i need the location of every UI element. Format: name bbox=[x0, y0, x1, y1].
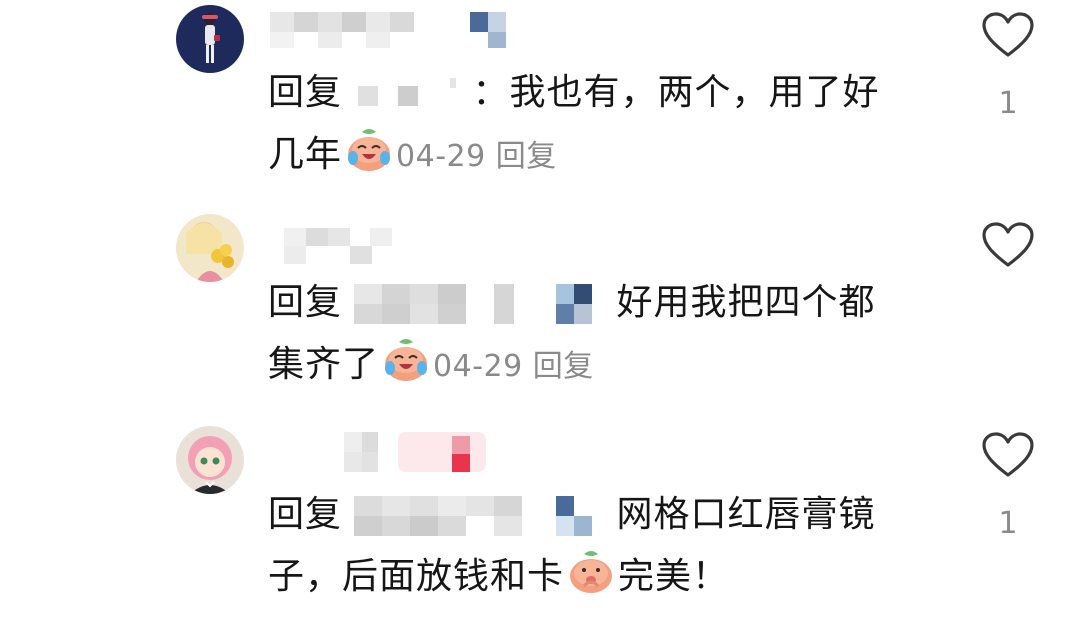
blurred-mention[interactable] bbox=[354, 74, 472, 114]
like-count: 1 bbox=[998, 506, 1018, 541]
reply-prefix: 回复 bbox=[268, 494, 343, 535]
colon: ： bbox=[472, 72, 510, 113]
reply-button[interactable]: 回复 bbox=[533, 349, 594, 384]
comment-meta: 04-29 回复 bbox=[396, 139, 557, 174]
comment-text-line2: 几年 bbox=[268, 134, 343, 175]
comment-date: 04-29 bbox=[396, 139, 486, 174]
girl-with-flowers-avatar-icon bbox=[176, 214, 244, 282]
comment-text-line2-end: 完美！ bbox=[618, 556, 730, 597]
user-avatar[interactable] bbox=[176, 426, 244, 494]
blurred-username bbox=[270, 224, 400, 264]
like-count bbox=[980, 296, 1036, 332]
comment-body: 回复 ：我也有，两个，用了好 几年 04-29 回复 bbox=[268, 62, 918, 188]
blurred-username bbox=[270, 8, 510, 48]
heart-icon[interactable] bbox=[980, 432, 1036, 478]
like-group: 1 bbox=[980, 12, 1036, 122]
user-avatar[interactable] bbox=[176, 5, 244, 73]
heart-icon[interactable] bbox=[980, 222, 1036, 268]
comment-text-line1: 我也有，两个，用了好 bbox=[509, 72, 880, 113]
reply-prefix: 回复 bbox=[268, 72, 343, 113]
username-mosaic[interactable] bbox=[270, 6, 510, 50]
comment-date: 04-29 bbox=[433, 349, 523, 384]
heart-icon[interactable] bbox=[980, 12, 1036, 58]
comment-meta: 04-29 回复 bbox=[433, 349, 594, 384]
user-avatar[interactable] bbox=[176, 214, 244, 282]
comment-body: 回复 好用我把四个都 集齐了 04-29 回复 bbox=[268, 272, 918, 398]
like-count: 1 bbox=[998, 86, 1018, 121]
anime-girl-avatar-icon bbox=[176, 426, 244, 494]
comment-text-line1: 网格口红唇膏镜 bbox=[616, 494, 876, 535]
blurred-username bbox=[270, 432, 500, 472]
reply-button[interactable]: 回复 bbox=[496, 139, 557, 174]
username-mosaic[interactable] bbox=[270, 430, 500, 474]
comment-text-line2: 集齐了 bbox=[268, 344, 380, 385]
comment-text-line2: 子，后面放钱和卡 bbox=[268, 556, 565, 597]
comment-thread: 回复 ：我也有，两个，用了好 几年 04-29 回复 1 回复 好用我把四个都 … bbox=[0, 0, 1080, 624]
comment-text-line1: 好用我把四个都 bbox=[616, 282, 876, 323]
like-group bbox=[980, 222, 1036, 332]
crying-laughing-peach-emoji-icon bbox=[344, 124, 394, 174]
username-mosaic[interactable] bbox=[270, 222, 400, 266]
shy-peach-emoji-icon bbox=[566, 546, 616, 596]
girl-walking-avatar-icon bbox=[176, 5, 244, 73]
reply-prefix: 回复 bbox=[268, 282, 343, 323]
like-group: 1 bbox=[980, 432, 1036, 542]
crying-laughing-peach-emoji-icon bbox=[381, 334, 431, 384]
blurred-mention[interactable] bbox=[354, 496, 616, 536]
comment-body: 回复 网格口红唇膏镜 子，后面放钱和卡 完美！ bbox=[268, 484, 918, 608]
blurred-mention[interactable] bbox=[354, 284, 616, 324]
